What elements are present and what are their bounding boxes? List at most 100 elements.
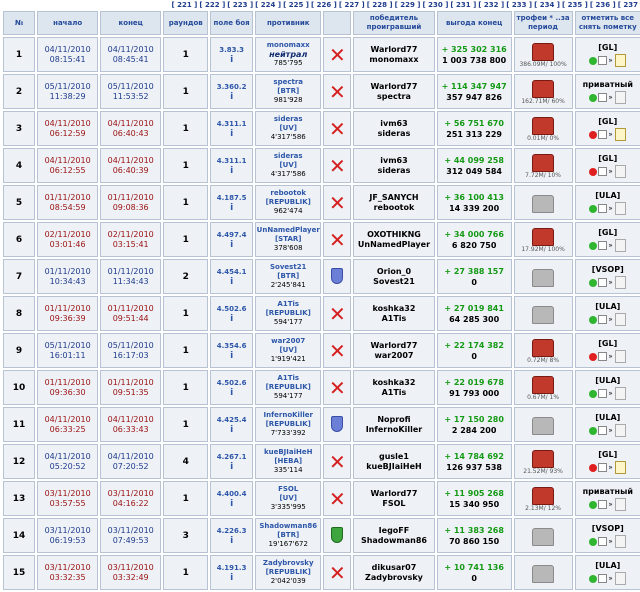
info-icon[interactable]: i	[211, 314, 252, 324]
opponent-clan[interactable]: [UV]	[256, 494, 320, 503]
winner-name[interactable]: dikusar07	[372, 563, 417, 572]
page-link[interactable]: [ 230 ]	[423, 1, 449, 9]
opponent-name[interactable]: war2007	[256, 337, 320, 346]
opponent-clan[interactable]: [BTR]	[256, 531, 320, 540]
mark-checkbox[interactable]	[598, 204, 608, 213]
opponent-clan[interactable]: [REPUBLIK]	[256, 309, 320, 318]
winner-name[interactable]: Warlord77	[370, 82, 417, 91]
arrow-icon[interactable]: »	[608, 94, 612, 102]
arrow-icon[interactable]: »	[608, 575, 612, 583]
note-icon[interactable]	[615, 572, 627, 585]
col-field[interactable]: поле боя	[210, 11, 254, 35]
loser-name[interactable]: Shadowman86	[361, 536, 427, 545]
winner-name[interactable]: OXOTHIKNG	[367, 230, 421, 239]
info-icon[interactable]: i	[211, 462, 252, 472]
loser-name[interactable]: spectra	[377, 92, 411, 101]
opponent-name[interactable]: UnNamedPlayer	[256, 226, 320, 235]
field-link[interactable]: 4.311.1 i	[210, 111, 254, 146]
chest-icon[interactable]	[532, 564, 555, 583]
winner-name[interactable]: ivm63	[380, 119, 407, 128]
info-icon[interactable]: i	[211, 92, 252, 102]
winner-name[interactable]: gusle1	[379, 452, 409, 461]
opponent-clan[interactable]: [HEBA]	[256, 457, 320, 466]
mark-checkbox[interactable]	[598, 167, 608, 176]
info-icon[interactable]: i	[211, 536, 252, 546]
mark-checkbox[interactable]	[598, 130, 608, 139]
field-link[interactable]: 4.191.3 i	[210, 555, 254, 590]
loser-name[interactable]: FSOL	[382, 499, 405, 508]
note-icon[interactable]	[615, 424, 627, 437]
page-link[interactable]: [ 223 ]	[227, 1, 253, 9]
field-link[interactable]: 4.311.1 i	[210, 148, 254, 183]
arrow-icon[interactable]: »	[608, 168, 612, 176]
opponent-name[interactable]: monomaxx	[256, 41, 320, 50]
loser-name[interactable]: sideras	[378, 129, 411, 138]
note-icon[interactable]	[615, 202, 627, 215]
loser-name[interactable]: Zadybrovsky	[365, 573, 423, 582]
field-link[interactable]: 4.502.6 i	[210, 296, 254, 331]
page-link[interactable]: [ 236 ]	[590, 1, 616, 9]
page-link[interactable]: [ 227 ]	[339, 1, 365, 9]
page-link[interactable]: [ 221 ]	[172, 1, 198, 9]
loser-name[interactable]: Sovest21	[373, 277, 415, 286]
winner-name[interactable]: Warlord77	[370, 489, 417, 498]
arrow-icon[interactable]: »	[608, 316, 612, 324]
loser-name[interactable]: A1Tis	[382, 388, 407, 397]
opponent-name[interactable]: rebootok	[256, 189, 320, 198]
mark-checkbox[interactable]	[598, 537, 608, 546]
opponent-name[interactable]: Sovest21	[256, 263, 320, 272]
info-icon[interactable]: i	[211, 166, 252, 176]
winner-name[interactable]: Warlord77	[370, 45, 417, 54]
opponent-clan[interactable]: [REPUBLIK]	[256, 568, 320, 577]
chest-icon[interactable]	[532, 305, 555, 324]
page-link[interactable]: [ 225 ]	[283, 1, 309, 9]
chest-icon[interactable]	[532, 116, 555, 135]
loser-name[interactable]: kueBJIaiHeH	[366, 462, 421, 471]
page-link[interactable]: [ 235 ]	[562, 1, 588, 9]
arrow-icon[interactable]: »	[608, 57, 612, 65]
field-link[interactable]: 4.497.4 i	[210, 222, 254, 257]
loser-name[interactable]: rebootok	[374, 203, 415, 212]
mark-checkbox[interactable]	[598, 463, 608, 472]
page-link[interactable]: [ 228 ]	[367, 1, 393, 9]
opponent-clan[interactable]: [UV]	[256, 346, 320, 355]
chest-icon[interactable]	[532, 486, 555, 505]
note-icon[interactable]	[615, 498, 627, 511]
col-start[interactable]: начало	[37, 11, 99, 35]
opponent-clan[interactable]: [REPUBLIK]	[256, 420, 320, 429]
info-icon[interactable]: i	[211, 55, 252, 65]
chest-icon[interactable]	[532, 194, 555, 213]
info-icon[interactable]: i	[211, 277, 252, 287]
chest-icon[interactable]	[532, 227, 555, 246]
page-link[interactable]: [ 222 ]	[199, 1, 225, 9]
field-link[interactable]: 4.187.5 i	[210, 185, 254, 220]
arrow-icon[interactable]: »	[608, 501, 612, 509]
page-link[interactable]: [ 229 ]	[395, 1, 421, 9]
chest-icon[interactable]	[532, 416, 555, 435]
page-link[interactable]: [ 226 ]	[311, 1, 337, 9]
note-icon[interactable]	[615, 461, 627, 474]
note-icon[interactable]	[615, 128, 627, 141]
mark-checkbox[interactable]	[598, 315, 608, 324]
field-link[interactable]: 4.226.3 i	[210, 518, 254, 553]
note-icon[interactable]	[615, 350, 627, 363]
info-icon[interactable]: i	[211, 388, 252, 398]
winner-name[interactable]: Noprofi	[377, 415, 410, 424]
loser-name[interactable]: UnNamedPlayer	[358, 240, 430, 249]
info-icon[interactable]: i	[211, 203, 252, 213]
chest-icon[interactable]	[532, 42, 555, 61]
opponent-name[interactable]: FSOL	[256, 485, 320, 494]
note-icon[interactable]	[615, 54, 627, 67]
note-icon[interactable]	[615, 165, 627, 178]
field-link[interactable]: 3.83.3 i	[210, 37, 254, 72]
col-gain[interactable]: выгода конец	[436, 11, 512, 35]
mark-checkbox[interactable]	[598, 426, 608, 435]
field-link[interactable]: 4.267.1 i	[210, 444, 254, 479]
col-action[interactable]: отметить все снять пометку	[574, 11, 640, 35]
loser-name[interactable]: sideras	[378, 166, 411, 175]
col-end[interactable]: конец	[100, 11, 162, 35]
mark-checkbox[interactable]	[598, 56, 608, 65]
note-icon[interactable]	[615, 239, 627, 252]
mark-checkbox[interactable]	[598, 278, 608, 287]
field-link[interactable]: 4.502.6 i	[210, 370, 254, 405]
